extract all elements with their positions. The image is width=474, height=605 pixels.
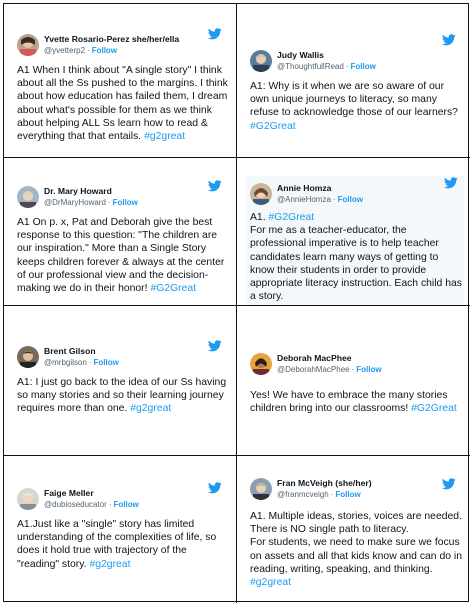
author-handle[interactable]: @DrMaryHoward	[44, 198, 106, 207]
hashtag-link[interactable]: #g2great	[250, 577, 291, 588]
tweet-body: A1: Why is it when we are so aware of ou…	[250, 81, 458, 119]
tweet-card: Deborah MacPhee @DeborahMacPhee · Follow Y…	[250, 351, 462, 415]
author-handle[interactable]: @AnnieHomza	[277, 195, 331, 204]
tweet-text: A1. #G2Great For me as a teacher-educato…	[250, 211, 464, 303]
tweet-lead: A1.	[250, 212, 266, 223]
tweet-text: A1: Why is it when we are so aware of ou…	[250, 80, 462, 133]
tweet-header: Annie Homza @AnnieHomza · Follow	[250, 177, 464, 207]
tweet-card: Dr. Mary Howard @DrMaryHoward · Follow A1 …	[17, 180, 228, 295]
follow-button[interactable]: Follow	[114, 500, 139, 509]
tweet-card: Faige Meller @dubioseducator · Follow A1.J…	[17, 482, 228, 571]
author-handle[interactable]: @mrbgilson	[44, 358, 87, 367]
author-handle[interactable]: @DeborahMacPhee	[277, 365, 350, 374]
tweet-card: Judy Wallis @ThoughtfullRead · Follow A1: …	[250, 34, 462, 133]
author-handle[interactable]: @dubioseducator	[44, 500, 107, 509]
twitter-bird-icon	[208, 482, 222, 494]
tweet-text: A1 On p. x, Pat and Deborah give the bes…	[17, 216, 228, 295]
twitter-bird-icon	[444, 177, 458, 189]
twitter-bird-icon	[208, 340, 222, 352]
avatar[interactable]	[17, 346, 39, 368]
tweet-text: A1. Multiple ideas, stories, voices are …	[250, 510, 462, 589]
tweet-cell: Yvette Rosario-Perez she/her/ella @yvett…	[4, 4, 237, 158]
tweet-grid: Yvette Rosario-Perez she/her/ella @yvett…	[3, 3, 470, 603]
avatar[interactable]	[250, 478, 272, 500]
twitter-bird-icon	[442, 34, 456, 46]
author-name[interactable]: Yvette Rosario-Perez she/her/ella	[44, 34, 179, 45]
tweet-text: A1.Just like a "single" story has limite…	[17, 518, 228, 571]
follow-button[interactable]: Follow	[338, 195, 363, 204]
twitter-bird-icon	[442, 478, 456, 490]
follow-button[interactable]: Follow	[93, 358, 118, 367]
tweet-cell: Deborah MacPhee @DeborahMacPhee · Follow Y…	[237, 306, 470, 456]
follow-button[interactable]: Follow	[92, 46, 117, 55]
tweet-body: For me as a teacher-educator, the profes…	[250, 225, 462, 303]
follow-button[interactable]: Follow	[356, 365, 381, 374]
tweet-header: Fran McVeigh (she/her) @franmcveigh · Foll…	[250, 476, 462, 502]
tweet-body: A1. Multiple ideas, stories, voices are …	[250, 511, 462, 575]
author-handle[interactable]: @yvetterp2	[44, 46, 85, 55]
tweet-text: Yes! We have to embrace the many stories…	[250, 389, 462, 415]
avatar[interactable]	[250, 50, 272, 72]
tweet-cell: Faige Meller @dubioseducator · Follow A1.J…	[4, 456, 237, 603]
tweet-card: Fran McVeigh (she/her) @franmcveigh · Foll…	[250, 476, 462, 589]
tweet-card: Yvette Rosario-Perez she/her/ella @yvett…	[17, 28, 228, 143]
tweet-body: A1 When I think about "A single story" I…	[17, 65, 228, 143]
hashtag-link[interactable]: #g2great	[89, 559, 130, 570]
tweet-cell: Fran McVeigh (she/her) @franmcveigh · Foll…	[237, 456, 470, 603]
hashtag-link[interactable]: #G2Great	[250, 121, 296, 132]
tweet-cell: Judy Wallis @ThoughtfullRead · Follow A1: …	[237, 4, 470, 158]
tweet-card: Brent Gilson @mrbgilson · Follow A1: I jus…	[17, 340, 228, 416]
avatar[interactable]	[250, 183, 272, 205]
hashtag-link[interactable]: #G2Great	[150, 283, 196, 294]
tweet-cell: Annie Homza @AnnieHomza · Follow A1. #G2Gr…	[237, 158, 470, 306]
tweet-header: Dr. Mary Howard @DrMaryHoward · Follow	[17, 180, 228, 210]
avatar[interactable]	[17, 34, 39, 56]
author-name[interactable]: Deborah MacPhee	[277, 353, 382, 364]
author-name[interactable]: Brent Gilson	[44, 346, 119, 357]
author-name[interactable]: Annie Homza	[277, 183, 363, 194]
author-name[interactable]: Dr. Mary Howard	[44, 186, 138, 197]
author-name[interactable]: Faige Meller	[44, 488, 139, 499]
hashtag-link[interactable]: #g2great	[144, 131, 185, 142]
avatar[interactable]	[17, 488, 39, 510]
author-handle[interactable]: @franmcveigh	[277, 490, 329, 499]
tweet-cell: Brent Gilson @mrbgilson · Follow A1: I jus…	[4, 306, 237, 456]
tweet-text: A1 When I think about "A single story" I…	[17, 64, 228, 143]
tweet-header: Brent Gilson @mrbgilson · Follow	[17, 340, 228, 370]
follow-button[interactable]: Follow	[113, 198, 138, 207]
follow-button[interactable]: Follow	[335, 490, 360, 499]
tweet-body: A1: I just go back to the idea of our Ss…	[17, 377, 227, 415]
twitter-bird-icon	[208, 28, 222, 40]
avatar[interactable]	[17, 186, 39, 208]
author-name[interactable]: Fran McVeigh (she/her)	[277, 478, 372, 489]
twitter-bird-icon	[208, 180, 222, 192]
hashtag-link[interactable]: #G2Great	[411, 403, 457, 414]
tweet-header: Yvette Rosario-Perez she/her/ella @yvett…	[17, 28, 228, 58]
tweet-header: Faige Meller @dubioseducator · Follow	[17, 482, 228, 512]
avatar[interactable]	[250, 353, 272, 375]
tweet-header: Judy Wallis @ThoughtfullRead · Follow	[250, 34, 462, 74]
author-handle[interactable]: @ThoughtfullRead	[277, 62, 344, 71]
tweet-text: A1: I just go back to the idea of our Ss…	[17, 376, 228, 416]
hashtag-link[interactable]: #g2great	[130, 403, 171, 414]
tweet-header: Deborah MacPhee @DeborahMacPhee · Follow	[250, 351, 462, 377]
follow-button[interactable]: Follow	[351, 62, 376, 71]
tweet-card: Annie Homza @AnnieHomza · Follow A1. #G2Gr…	[246, 176, 464, 305]
tweet-cell: Dr. Mary Howard @DrMaryHoward · Follow A1 …	[4, 158, 237, 306]
author-name[interactable]: Judy Wallis	[277, 50, 376, 61]
hashtag-link[interactable]: #G2Great	[269, 212, 315, 223]
